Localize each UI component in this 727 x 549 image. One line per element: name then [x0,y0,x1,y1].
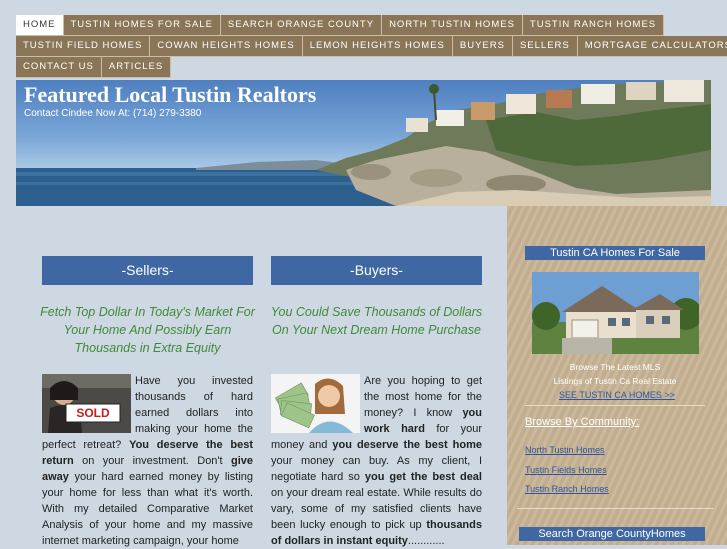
nav-north-tustin-homes[interactable]: North Tustin Homes [382,15,523,36]
buyers-heading: -Buyers- [271,256,482,285]
banner-contact: Contact Cindee Now At: (714) 279-3380 [24,108,202,119]
nav-row-3: Contact Us Articles [16,57,696,78]
header-banner: Featured Local Tustin Realtors Contact C… [16,80,711,206]
sidebar-heading-search-orange-county: Search Orange CountyHomes [519,527,705,541]
buyers-text-segment: you get the best deal [364,471,482,483]
nav-row-1: Home Tustin Homes For Sale Search Orange… [16,15,696,36]
buyers-body: Are you hoping to get the most home for … [271,373,482,549]
buyers-text-segment: you deserve the best home [332,439,483,451]
nav-contact-us[interactable]: Contact Us [16,57,102,78]
sidebar-divider [525,405,705,406]
nav-tustin-field-homes[interactable]: Tustin Field Homes [16,36,151,57]
nav-tustin-homes-for-sale[interactable]: Tustin Homes For Sale [63,15,221,36]
nav-mortgage-calculators[interactable]: Mortgage Calculators [577,36,727,57]
sellers-tagline: Fetch Top Dollar In Today's Market For Y… [40,305,255,355]
browse-mls-line1: Browse The Latest MLS [569,362,661,372]
browse-mls-line2: Listings of Tustin Ca Real Estate [553,376,677,386]
buyers-text-segment: ............ [407,535,445,547]
nav-row-2: Tustin Field Homes Cowan Heights Homes L… [16,36,727,57]
nav-home[interactable]: Home [16,15,64,36]
sold-sign-image: SOLD [42,374,131,433]
banner-title: Featured Local Tustin Realtors [24,82,317,107]
house-photo[interactable] [532,272,699,354]
nav-articles[interactable]: Articles [101,57,172,78]
sidebar: Tustin CA Homes For Sale Browse The Late… [507,206,727,545]
nav-sellers[interactable]: Sellers [512,36,578,57]
nav-tustin-ranch-homes[interactable]: Tustin Ranch Homes [522,15,665,36]
nav-search-orange-county[interactable]: Search Orange County [220,15,383,36]
community-link-north-tustin[interactable]: North Tustin Homes [525,445,605,455]
house-image [532,272,699,354]
buyers-tagline: You Could Save Thousands of Dollars On Y… [270,305,483,337]
community-link-tustin-fields[interactable]: Tustin Fields Homes [525,465,607,475]
nav-lemon-heights-homes[interactable]: Lemon Heights Homes [302,36,453,57]
sold-sign-text: SOLD [76,406,110,420]
sellers-text-segment: on your investment. Don't [73,455,231,467]
browse-by-community-heading: Browse By Community: [525,416,640,428]
money-woman-photo [271,374,360,433]
sidebar-heading-homes-for-sale: Tustin CA Homes For Sale [525,246,705,260]
nav-cowan-heights-homes[interactable]: Cowan Heights Homes [150,36,303,57]
money-woman-image [271,374,360,433]
nav-buyers[interactable]: Buyers [452,36,513,57]
sidebar-divider-2 [517,508,713,509]
sellers-text-segment: your hard earned money by listing your h… [42,471,253,547]
see-tustin-homes-link[interactable]: SEE TUSTIN CA HOMES >> [559,390,675,400]
sellers-heading: -Sellers- [42,256,253,285]
sellers-body: SOLD Have you invested thousands of hard… [42,373,253,549]
main-nav: Home Tustin Homes For Sale Search Orange… [16,15,727,78]
sold-sign-photo: SOLD [42,374,131,433]
community-link-tustin-ranch[interactable]: Tustin Ranch Homes [525,484,609,494]
